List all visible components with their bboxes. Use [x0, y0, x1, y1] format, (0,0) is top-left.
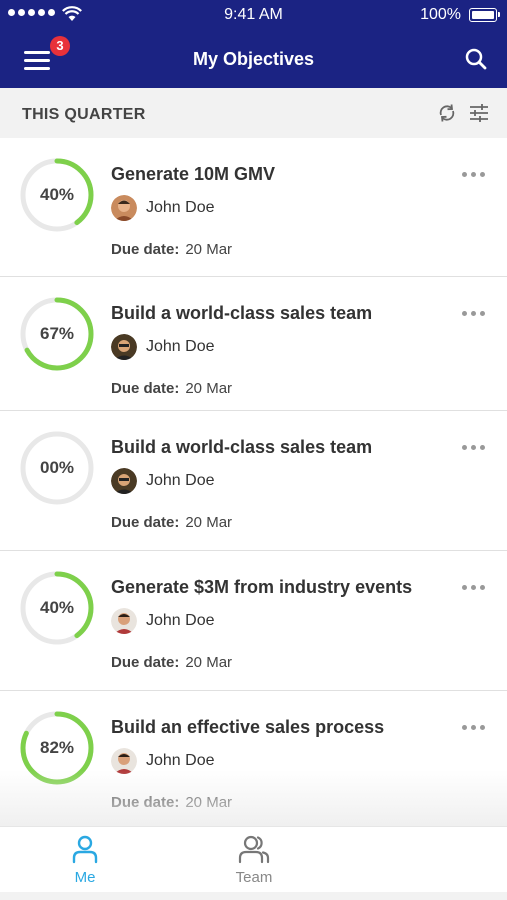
- objective-owner: John Doe: [111, 747, 215, 775]
- due-date-value: 20 Mar: [185, 241, 233, 258]
- due-date-value: 20 Mar: [185, 380, 233, 397]
- owner-name: John Doe: [146, 752, 215, 769]
- objective-owner: John Doe: [111, 607, 215, 635]
- section-header: THIS QUARTER: [0, 88, 507, 138]
- tab-bar: Me Team: [0, 826, 507, 892]
- avatar: [111, 195, 137, 221]
- owner-name: John Doe: [146, 472, 215, 489]
- avatar: [111, 748, 137, 774]
- avatar: [111, 468, 137, 494]
- progress-percent: 40%: [39, 185, 75, 204]
- objective-card[interactable]: 67% Build a world-class sales team John …: [0, 277, 507, 411]
- due-date-value: 20 Mar: [185, 794, 233, 811]
- progress-ring: 40%: [20, 158, 94, 232]
- owner-name: John Doe: [146, 199, 215, 216]
- tab-me[interactable]: Me: [25, 833, 145, 889]
- filter-icon[interactable]: [468, 102, 490, 124]
- objective-title: Build a world-class sales team: [111, 303, 373, 323]
- progress-ring: 82%: [20, 711, 94, 785]
- objective-title: Build a world-class sales team: [111, 437, 373, 457]
- progress-percent: 00%: [39, 458, 75, 477]
- tab-team[interactable]: Team: [194, 833, 314, 889]
- objective-card[interactable]: 00% Build a world-class sales team John …: [0, 411, 507, 551]
- more-options-icon[interactable]: [462, 581, 488, 593]
- due-date-label: Due date:: [111, 241, 180, 258]
- progress-percent: 82%: [39, 738, 75, 757]
- battery-icon: [469, 8, 500, 22]
- more-options-icon[interactable]: [462, 441, 488, 453]
- home-indicator-area: [0, 892, 507, 900]
- search-icon[interactable]: [463, 46, 489, 72]
- owner-name: John Doe: [146, 612, 215, 629]
- team-icon: [238, 835, 270, 864]
- objective-owner: John Doe: [111, 467, 215, 495]
- due-date-label: Due date:: [111, 380, 180, 397]
- progress-percent: 67%: [39, 324, 75, 343]
- progress-percent: 40%: [39, 598, 75, 617]
- more-options-icon[interactable]: [462, 168, 488, 180]
- objective-title: Generate $3M from industry events: [111, 577, 413, 597]
- progress-ring: 00%: [20, 431, 94, 505]
- progress-ring: 67%: [20, 297, 94, 371]
- objective-owner: John Doe: [111, 194, 215, 222]
- due-date: Due date: 20 Mar: [111, 241, 232, 258]
- due-date: Due date: 20 Mar: [111, 380, 232, 397]
- objectives-list: 40% Generate 10M GMV John Doe Due date: 2…: [0, 138, 507, 831]
- objective-card[interactable]: 40% Generate $3M from industry events Jo…: [0, 551, 507, 691]
- owner-name: John Doe: [146, 338, 215, 355]
- due-date-label: Due date:: [111, 654, 180, 671]
- tab-team-label: Team: [235, 869, 273, 886]
- objective-title: Generate 10M GMV: [111, 164, 276, 184]
- due-date: Due date: 20 Mar: [111, 654, 232, 671]
- person-icon: [72, 835, 98, 864]
- due-date-label: Due date:: [111, 794, 180, 811]
- nav-bar: 3 My Objectives: [0, 30, 507, 88]
- battery-percentage: 100%: [420, 6, 461, 23]
- objective-title: Build an effective sales process: [111, 717, 385, 737]
- section-label: THIS QUARTER: [22, 106, 146, 123]
- avatar: [111, 608, 137, 634]
- objective-card[interactable]: 82% Build an effective sales process Joh…: [0, 691, 507, 831]
- due-date: Due date: 20 Mar: [111, 794, 232, 811]
- refresh-icon[interactable]: [436, 102, 458, 124]
- avatar: [111, 334, 137, 360]
- due-date-value: 20 Mar: [185, 654, 233, 671]
- due-date-label: Due date:: [111, 514, 180, 531]
- more-options-icon[interactable]: [462, 721, 488, 733]
- tab-me-label: Me: [74, 869, 96, 886]
- due-date-value: 20 Mar: [185, 514, 233, 531]
- page-title: My Objectives: [192, 49, 315, 69]
- status-bar: 9:41 AM 100%: [0, 0, 507, 30]
- more-options-icon[interactable]: [462, 307, 488, 319]
- objective-card[interactable]: 40% Generate 10M GMV John Doe Due date: 2…: [0, 138, 507, 277]
- progress-ring: 40%: [20, 571, 94, 645]
- objective-owner: John Doe: [111, 333, 215, 361]
- due-date: Due date: 20 Mar: [111, 514, 232, 531]
